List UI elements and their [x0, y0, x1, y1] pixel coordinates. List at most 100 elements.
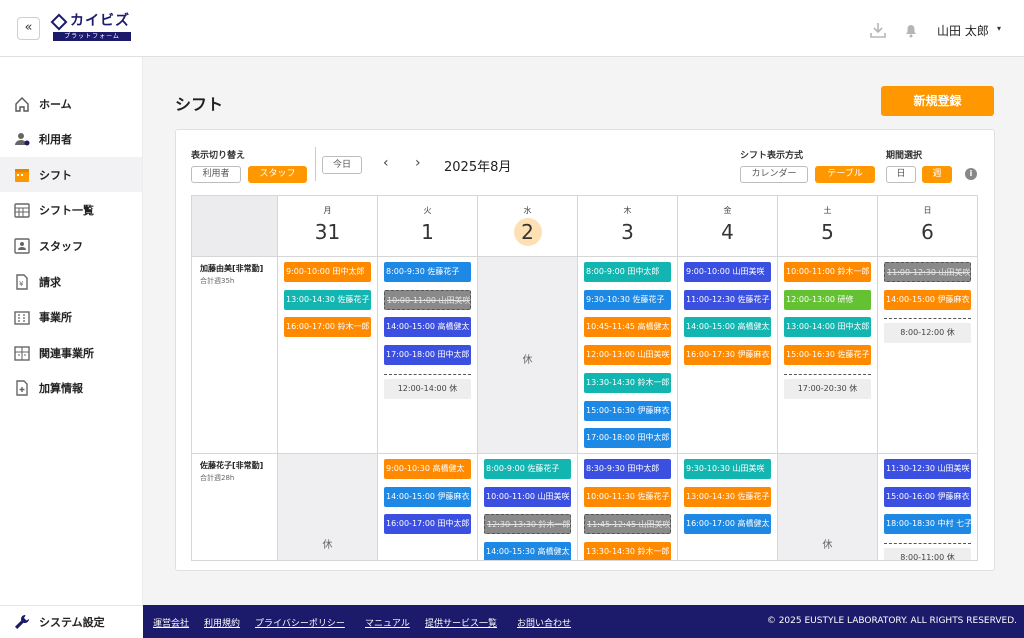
- shift-block[interactable]: 14:00-15:00 高橋健太: [684, 317, 771, 338]
- shift-block[interactable]: 12:00-13:00 研修: [784, 289, 871, 310]
- shift-block[interactable]: 15:00-16:00 伊藤麻衣: [884, 486, 971, 507]
- shift-block[interactable]: 14:00-15:00 伊藤麻衣: [384, 486, 471, 507]
- staff-cell[interactable]: 佐藤花子[非常勤] 合計週28h: [192, 454, 278, 560]
- day-cell[interactable]: 9:00-10:30 高橋健太 14:00-15:00 伊藤麻衣 16:00-17:…: [378, 454, 478, 560]
- day-cell[interactable]: 8:30-9:30 田中太郎 10:00-11:30 佐藤花子 11:45-12:4…: [578, 454, 678, 560]
- chevron-down-icon[interactable]: ▾: [997, 24, 1001, 33]
- shift-block[interactable]: 11:00-12:30 山田美咲: [884, 262, 971, 282]
- system-setting-button[interactable]: システム設定: [0, 605, 143, 638]
- sidebar-item-2[interactable]: シフト: [0, 157, 142, 193]
- day-number[interactable]: 2: [513, 218, 542, 246]
- shift-block[interactable]: 10:00-11:00 山田美咲: [384, 289, 471, 310]
- view-user-toggle[interactable]: 利用者: [191, 166, 241, 183]
- mode-table-toggle[interactable]: テーブル: [815, 166, 875, 183]
- shift-block[interactable]: 16:00-17:30 伊藤麻衣: [684, 345, 771, 366]
- footer-link[interactable]: 運営会社: [153, 616, 189, 629]
- sidebar-item-7[interactable]: 関連事業所: [0, 335, 142, 370]
- shift-block[interactable]: 15:00-16:30 佐藤花子: [784, 345, 871, 366]
- shift-block[interactable]: 12:00-13:00 山田美咲: [584, 345, 671, 366]
- day-number[interactable]: 6: [914, 218, 942, 246]
- day-number[interactable]: 5: [814, 218, 842, 246]
- shift-block[interactable]: 12:30-13:30 鈴木一郎: [484, 514, 571, 535]
- prev-week-button[interactable]: ‹: [383, 155, 389, 171]
- collapse-sidebar-button[interactable]: «: [17, 17, 40, 40]
- period-week-toggle[interactable]: 週: [922, 166, 952, 183]
- day-cell[interactable]: 9:30-10:30 山田美咲 13:00-14:30 佐藤花子 16:00-17:…: [678, 454, 778, 560]
- day-cell[interactable]: 10:00-11:00 鈴木一郎 12:00-13:00 研修 13:00-14:0…: [778, 257, 878, 454]
- logo[interactable]: カイビズ プラットフォーム: [53, 10, 133, 41]
- shift-block[interactable]: 13:00-14:30 佐藤花子: [284, 289, 371, 310]
- sidebar-item-5[interactable]: ¥ 請求: [0, 264, 142, 299]
- shift-block[interactable]: 11:00-12:30 佐藤花子: [684, 289, 771, 310]
- day-number[interactable]: 31: [314, 218, 342, 246]
- shift-block[interactable]: 13:30-14:30 鈴木一郎: [584, 542, 671, 560]
- shift-block[interactable]: 9:00-10:30 高橋健太: [384, 459, 471, 479]
- view-staff-toggle[interactable]: スタッフ: [248, 166, 307, 183]
- footer-link[interactable]: お問い合わせ: [517, 616, 571, 629]
- period-day-toggle[interactable]: 日: [886, 166, 916, 183]
- shift-block[interactable]: 8:30-9:30 田中太郎: [584, 459, 671, 479]
- footer-link[interactable]: 利用規約: [204, 616, 240, 629]
- shift-block[interactable]: 16:00-17:00 田中太郎: [384, 514, 471, 535]
- mode-calendar-toggle[interactable]: カレンダー: [740, 166, 808, 183]
- rest-block[interactable]: 17:00-20:30 休: [784, 378, 871, 399]
- sidebar-item-8[interactable]: 加算情報: [0, 371, 142, 406]
- shift-block[interactable]: 13:00-14:30 佐藤花子: [684, 486, 771, 507]
- sidebar-item-3[interactable]: シフト一覧: [0, 193, 142, 228]
- shift-block[interactable]: 13:00-14:00 田中太郎: [784, 317, 871, 338]
- shift-block[interactable]: 14:00-15:30 高橋健太: [484, 542, 571, 560]
- shift-block[interactable]: 18:00-18:30 中村 七子: [884, 514, 971, 535]
- shift-block[interactable]: 16:00-17:00 高橋健太: [684, 514, 771, 535]
- download-icon[interactable]: [869, 21, 887, 39]
- day-number[interactable]: 3: [614, 218, 642, 246]
- rest-block[interactable]: 12:00-14:00 休: [384, 378, 471, 399]
- day-cell[interactable]: 8:00-9:00 佐藤花子 10:00-11:00 山田美咲 12:30-13:3…: [478, 454, 578, 560]
- sidebar-item-1[interactable]: 利用者: [0, 122, 142, 157]
- today-button[interactable]: 今日: [322, 156, 362, 174]
- new-registration-button[interactable]: 新規登録: [881, 86, 994, 116]
- shift-block[interactable]: 10:00-11:00 鈴木一郎: [784, 262, 871, 282]
- shift-block[interactable]: 9:30-10:30 山田美咲: [684, 459, 771, 479]
- day-number[interactable]: 1: [414, 218, 442, 246]
- shift-block[interactable]: 9:30-10:30 佐藤花子: [584, 289, 671, 310]
- day-number[interactable]: 4: [714, 218, 742, 246]
- sidebar-item-0[interactable]: ホーム: [0, 86, 142, 121]
- day-cell[interactable]: 11:30-12:30 山田美咲 15:00-16:00 伊藤麻衣 18:00-18…: [878, 454, 977, 560]
- shift-block[interactable]: 17:00-18:00 田中太郎: [384, 345, 471, 366]
- rest-block[interactable]: 8:00-11:00 休: [884, 548, 971, 560]
- shift-block[interactable]: 16:00-17:00 鈴木一郎: [284, 317, 371, 338]
- rest-block[interactable]: 8:00-12:00 休: [884, 323, 971, 344]
- shift-block[interactable]: 11:45-12:45 山田美咲: [584, 514, 671, 535]
- shift-block[interactable]: 9:00-10:00 山田美咲: [684, 262, 771, 282]
- user-name[interactable]: 山田 太郎: [937, 22, 989, 39]
- footer-link[interactable]: マニュアル: [365, 616, 410, 629]
- day-cell[interactable]: 8:00-9:00 田中太郎 9:30-10:30 佐藤花子 10:45-11:45…: [578, 257, 678, 454]
- shift-block[interactable]: 10:45-11:45 高橋健太: [584, 317, 671, 338]
- day-cell[interactable]: 8:00-9:30 佐藤花子 10:00-11:00 山田美咲 14:00-15:0…: [378, 257, 478, 454]
- shift-block[interactable]: 17:00-18:00 田中太郎: [584, 428, 671, 449]
- sidebar-item-4[interactable]: スタッフ: [0, 228, 142, 263]
- sidebar-item-6[interactable]: 事業所: [0, 300, 142, 335]
- shift-block[interactable]: 10:00-11:30 佐藤花子: [584, 486, 671, 507]
- shift-block[interactable]: 8:00-9:00 田中太郎: [584, 262, 671, 282]
- bell-icon[interactable]: [902, 21, 920, 39]
- shift-block[interactable]: 13:30-14:30 鈴木一郎: [584, 372, 671, 393]
- footer-link[interactable]: プライバシーポリシー: [255, 616, 345, 629]
- shift-block[interactable]: 11:30-12:30 山田美咲: [884, 459, 971, 479]
- footer-link[interactable]: 提供サービス一覧: [425, 616, 497, 629]
- day-cell[interactable]: 9:00-10:00 山田美咲 11:00-12:30 佐藤花子 14:00-15:…: [678, 257, 778, 454]
- next-week-button[interactable]: ›: [415, 155, 421, 171]
- shift-block[interactable]: 8:00-9:00 佐藤花子: [484, 459, 571, 479]
- shift-block[interactable]: 10:00-11:00 山田美咲: [484, 486, 571, 507]
- shift-block[interactable]: 14:00-15:00 高橋健太: [384, 317, 471, 338]
- day-cell[interactable]: 11:00-12:30 山田美咲 14:00-15:00 伊藤麻衣 8:00-12:…: [878, 257, 977, 454]
- shift-block[interactable]: 8:00-9:30 佐藤花子: [384, 262, 471, 282]
- info-icon[interactable]: i: [965, 168, 977, 180]
- day-cell[interactable]: 休: [778, 454, 878, 560]
- day-cell[interactable]: 9:00-10:00 田中太郎 13:00-14:30 佐藤花子 16:00-17:…: [278, 257, 378, 454]
- shift-block[interactable]: 9:00-10:00 田中太郎: [284, 262, 371, 282]
- shift-block[interactable]: 15:00-16:30 伊藤麻衣: [584, 400, 671, 421]
- shift-block[interactable]: 14:00-15:00 伊藤麻衣: [884, 289, 971, 310]
- staff-cell[interactable]: 加藤由美[非常勤] 合計週35h: [192, 257, 278, 454]
- day-cell[interactable]: 休: [278, 454, 378, 560]
